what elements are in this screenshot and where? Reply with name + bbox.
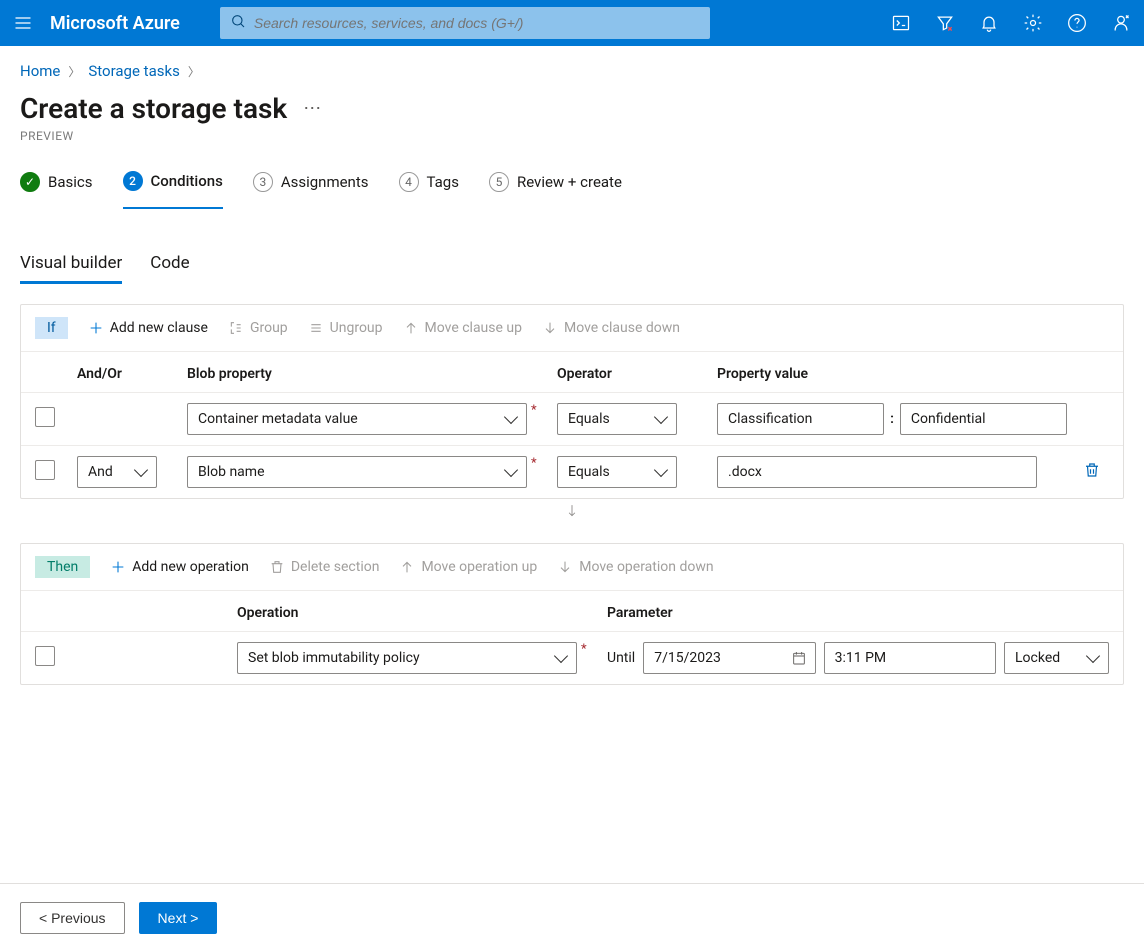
breadcrumb-storage-tasks[interactable]: Storage tasks bbox=[88, 62, 179, 80]
operator-select[interactable]: Equals bbox=[557, 403, 677, 435]
header-operation: Operation bbox=[229, 591, 599, 632]
operator-select[interactable]: Equals bbox=[557, 456, 677, 488]
header-andor: And/Or bbox=[69, 352, 179, 393]
notifications-icon[interactable] bbox=[978, 12, 1000, 34]
search-box[interactable] bbox=[220, 7, 710, 39]
condition-row: Container metadata value * Equals Classi… bbox=[21, 393, 1123, 446]
top-bar: Microsoft Azure bbox=[0, 0, 1144, 46]
row-checkbox[interactable] bbox=[35, 460, 55, 480]
wizard-steps: ✓ Basics 2 Conditions 3 Assignments 4 Ta… bbox=[0, 143, 1144, 209]
previous-button[interactable]: < Previous bbox=[20, 902, 125, 934]
directory-filter-icon[interactable] bbox=[934, 12, 956, 34]
page-heading: Create a storage task ⋯ PREVIEW bbox=[0, 88, 1144, 143]
delete-section-button: Delete section bbox=[269, 559, 380, 575]
add-clause-button[interactable]: Add new clause bbox=[88, 320, 208, 336]
ungroup-button: Ungroup bbox=[308, 320, 383, 336]
then-pill: Then bbox=[35, 556, 90, 578]
step-conditions[interactable]: 2 Conditions bbox=[123, 171, 223, 209]
property-value-input[interactable]: .docx bbox=[717, 456, 1037, 488]
search-input[interactable] bbox=[254, 15, 700, 31]
feedback-icon[interactable] bbox=[1110, 12, 1132, 34]
delete-row-icon[interactable] bbox=[1083, 467, 1101, 483]
header-operator: Operator bbox=[549, 352, 709, 393]
cloud-shell-icon[interactable] bbox=[890, 12, 912, 34]
andor-select[interactable]: And bbox=[77, 456, 157, 488]
settings-icon[interactable] bbox=[1022, 12, 1044, 34]
hamburger-icon[interactable] bbox=[12, 12, 34, 34]
tab-code[interactable]: Code bbox=[150, 253, 189, 284]
more-actions-icon[interactable]: ⋯ bbox=[303, 98, 321, 119]
operation-select[interactable]: Set blob immutability policy bbox=[237, 642, 577, 674]
then-operations-card: Then Add new operation Delete section Mo… bbox=[20, 543, 1124, 685]
search-icon bbox=[230, 13, 246, 33]
add-operation-button[interactable]: Add new operation bbox=[110, 559, 249, 575]
page-title: Create a storage task bbox=[20, 92, 287, 125]
blob-property-select[interactable]: Blob name bbox=[187, 456, 527, 488]
chevron-right-icon: 〉 bbox=[68, 63, 80, 80]
step-assignments[interactable]: 3 Assignments bbox=[253, 172, 369, 208]
until-label: Until bbox=[607, 650, 635, 666]
brand-label: Microsoft Azure bbox=[50, 13, 180, 34]
condition-row: And Blob name * Equals bbox=[21, 446, 1123, 499]
preview-badge: PREVIEW bbox=[20, 129, 1124, 143]
help-icon[interactable] bbox=[1066, 12, 1088, 34]
conditions-table: And/Or Blob property Operator Property v… bbox=[21, 351, 1123, 498]
wizard-footer: < Previous Next > bbox=[0, 883, 1144, 952]
step-review-create[interactable]: 5 Review + create bbox=[489, 172, 622, 208]
move-clause-down-button: Move clause down bbox=[542, 320, 680, 336]
flow-arrow-icon bbox=[0, 499, 1144, 523]
until-time-input[interactable]: 3:11 PM bbox=[824, 642, 996, 674]
topbar-actions bbox=[890, 12, 1132, 34]
breadcrumb: Home 〉 Storage tasks 〉 bbox=[0, 46, 1144, 88]
row-checkbox[interactable] bbox=[35, 407, 55, 427]
next-button[interactable]: Next > bbox=[139, 902, 218, 934]
blob-property-select[interactable]: Container metadata value bbox=[187, 403, 527, 435]
group-button: Group bbox=[228, 320, 288, 336]
if-conditions-card: If Add new clause Group Ungroup Move cla… bbox=[20, 304, 1124, 499]
operations-table: Operation Parameter Set blob immutabilit… bbox=[21, 590, 1123, 684]
header-value: Property value bbox=[709, 352, 1075, 393]
property-value-input[interactable]: Confidential bbox=[900, 403, 1067, 435]
lock-mode-select[interactable]: Locked bbox=[1004, 642, 1109, 674]
chevron-right-icon: 〉 bbox=[188, 63, 200, 80]
check-icon: ✓ bbox=[20, 172, 40, 192]
move-operation-down-button: Move operation down bbox=[557, 559, 713, 575]
breadcrumb-home[interactable]: Home bbox=[20, 62, 60, 80]
property-key-input[interactable]: Classification bbox=[717, 403, 884, 435]
editor-tabs: Visual builder Code bbox=[0, 209, 1144, 284]
move-clause-up-button: Move clause up bbox=[403, 320, 522, 336]
until-date-input[interactable]: 7/15/2023 bbox=[643, 642, 815, 674]
step-tags[interactable]: 4 Tags bbox=[399, 172, 459, 208]
operation-row: Set blob immutability policy * Until 7/1… bbox=[21, 632, 1123, 685]
header-parameter: Parameter bbox=[599, 591, 1123, 632]
if-pill: If bbox=[35, 317, 68, 339]
row-checkbox[interactable] bbox=[35, 646, 55, 666]
calendar-icon bbox=[791, 650, 807, 666]
header-property: Blob property bbox=[179, 352, 549, 393]
step-basics[interactable]: ✓ Basics bbox=[20, 172, 93, 208]
move-operation-up-button: Move operation up bbox=[399, 559, 537, 575]
tab-visual-builder[interactable]: Visual builder bbox=[20, 253, 122, 284]
